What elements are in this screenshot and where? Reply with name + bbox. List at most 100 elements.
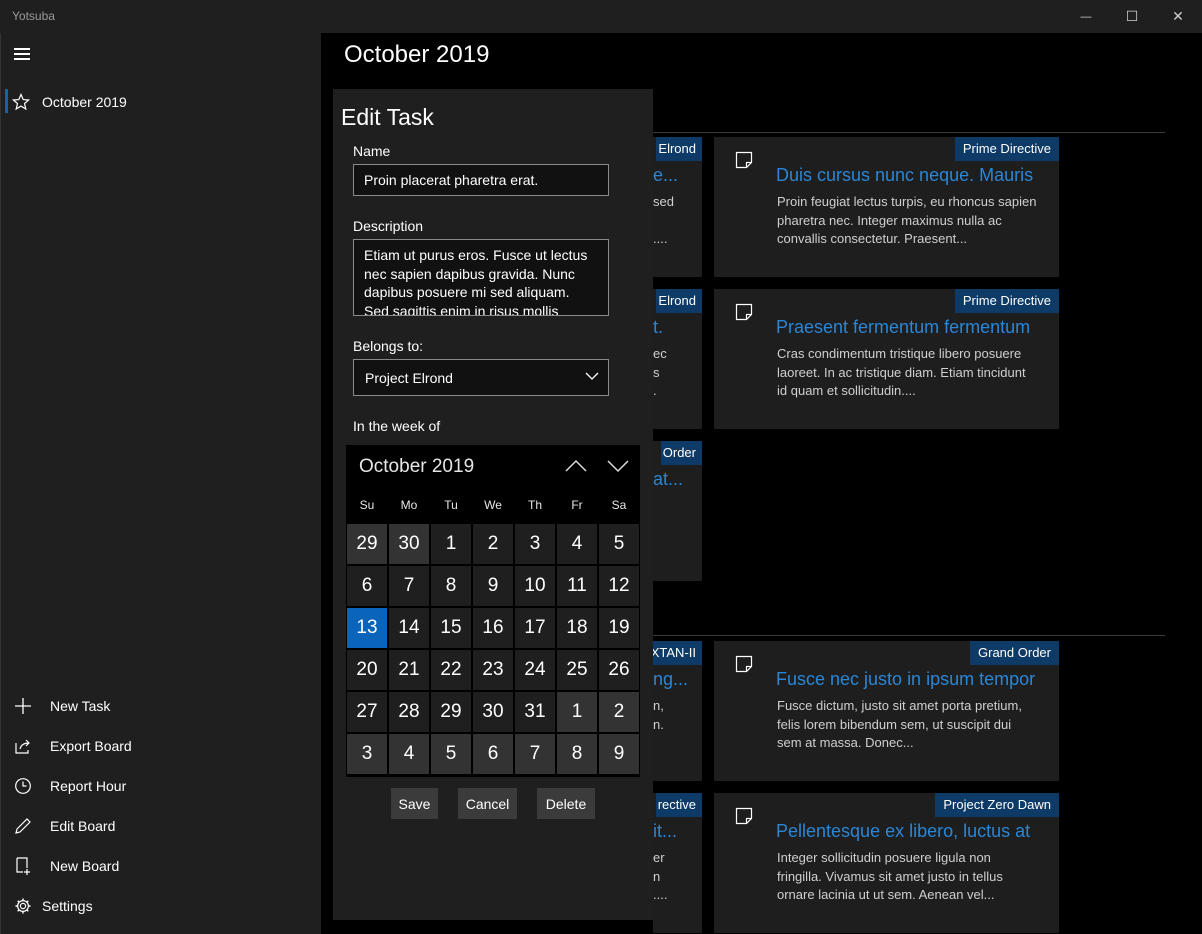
task-card-partial[interactable]: Elrond e... sed .... <box>653 137 702 277</box>
project-tag: XTAN-II <box>653 641 702 665</box>
card-description: Proin feugiat lectus turpis, eu rhoncus … <box>777 194 1037 246</box>
calendar-day[interactable]: 23 <box>473 650 513 690</box>
card-description: Cras condimentum tristique libero posuer… <box>777 346 1026 398</box>
calendar-day[interactable]: 31 <box>515 692 555 732</box>
calendar-day[interactable]: 26 <box>599 650 639 690</box>
calendar-day[interactable]: 30 <box>473 692 513 732</box>
calendar-day[interactable]: 8 <box>431 566 471 606</box>
card-description: sed .... <box>653 194 674 246</box>
calendar-day[interactable]: 25 <box>557 650 597 690</box>
card-description: er n .... <box>653 850 668 902</box>
calendar-day[interactable]: 19 <box>599 608 639 648</box>
calendar-day[interactable]: 4 <box>557 524 597 564</box>
calendar-day[interactable]: 1 <box>557 692 597 732</box>
name-field[interactable]: Proin placerat pharetra erat. <box>353 164 609 196</box>
task-card-partial[interactable]: Elrond t. ec s . <box>653 289 702 429</box>
section-divider <box>653 132 1165 133</box>
calendar-dow-label: Su <box>359 498 375 512</box>
calendar: October 2019 Su Mo Tu We Th Fr Sa 29 30 1 2 3 4 5 6 7 8… <box>346 445 640 777</box>
calendar-day[interactable]: 14 <box>389 608 429 648</box>
task-card-partial[interactable]: XTAN-II ng... n, n. <box>653 641 702 781</box>
project-tag: Elrond <box>656 137 702 161</box>
cancel-button[interactable]: Cancel <box>458 788 517 819</box>
sidebar-item-settings[interactable]: Settings <box>1 886 322 926</box>
calendar-day[interactable]: 16 <box>473 608 513 648</box>
sidebar-item-edit-board[interactable]: Edit Board <box>1 806 322 846</box>
task-card[interactable]: Prime Directive Praesent fermentum ferme… <box>714 289 1059 429</box>
clock-icon <box>13 776 33 796</box>
star-icon <box>11 92 31 112</box>
calendar-day[interactable]: 15 <box>431 608 471 648</box>
calendar-day[interactable]: 2 <box>473 524 513 564</box>
card-title: Pellentesque ex libero, luctus at <box>776 821 1031 841</box>
calendar-day[interactable]: 7 <box>389 566 429 606</box>
project-tag: Prime Directive <box>954 289 1059 313</box>
calendar-day[interactable]: 5 <box>431 734 471 774</box>
hamburger-menu-icon[interactable] <box>14 48 30 60</box>
maximize-icon: ☐ <box>1125 8 1139 24</box>
calendar-day[interactable]: 18 <box>557 608 597 648</box>
minimize-button[interactable]: — <box>1063 0 1109 33</box>
calendar-day[interactable]: 24 <box>515 650 555 690</box>
task-card-partial[interactable]: Order at... <box>653 441 702 581</box>
calendar-day[interactable]: 7 <box>515 734 555 774</box>
maximize-button[interactable]: ☐ <box>1109 0 1155 33</box>
calendar-day[interactable]: 2 <box>599 692 639 732</box>
calendar-day[interactable]: 12 <box>599 566 639 606</box>
card-description: Integer sollicitudin posuere ligula non … <box>777 850 1003 902</box>
sidebar-item-report-hour[interactable]: Report Hour <box>1 766 322 806</box>
description-label: Description <box>353 218 424 234</box>
calendar-day[interactable]: 4 <box>389 734 429 774</box>
task-card-partial[interactable]: rective it... er n .... <box>653 793 702 933</box>
calendar-day[interactable]: 20 <box>347 650 387 690</box>
description-field[interactable]: Etiam ut purus eros. Fusce ut lectus nec… <box>353 239 609 316</box>
calendar-day[interactable]: 10 <box>515 566 555 606</box>
dialog-title: Edit Task <box>341 104 434 130</box>
card-title: Fusce nec justo in ipsum tempor <box>776 669 1036 689</box>
calendar-day[interactable]: 11 <box>557 566 597 606</box>
calendar-day[interactable]: 17 <box>515 608 555 648</box>
chevron-up-icon[interactable] <box>565 459 587 473</box>
name-label: Name <box>353 143 391 159</box>
calendar-month[interactable]: October 2019 <box>359 456 474 478</box>
sidebar-item-label: New Board <box>50 858 120 874</box>
project-tag: Project Zero Dawn <box>935 793 1059 817</box>
calendar-day[interactable]: 8 <box>557 734 597 774</box>
sidebar-item-new-board[interactable]: New Board <box>1 846 322 886</box>
calendar-day[interactable]: 30 <box>389 524 429 564</box>
sidebar-item-export-board[interactable]: Export Board <box>1 726 322 766</box>
chevron-down-icon[interactable] <box>607 459 629 473</box>
card-title: e... <box>653 165 679 185</box>
calendar-day[interactable]: 13 <box>347 608 387 648</box>
sidebar: October 2019 New Task Export Board Repor… <box>0 33 321 934</box>
project-select[interactable]: Project Elrond <box>353 359 609 396</box>
calendar-day[interactable]: 6 <box>347 566 387 606</box>
calendar-day[interactable]: 22 <box>431 650 471 690</box>
sidebar-item-october-2019[interactable]: October 2019 <box>1 82 322 122</box>
save-button[interactable]: Save <box>391 788 438 819</box>
calendar-day[interactable]: 3 <box>347 734 387 774</box>
section-divider <box>653 635 1165 636</box>
sidebar-item-new-task[interactable]: New Task <box>1 686 322 726</box>
calendar-day[interactable]: 29 <box>347 524 387 564</box>
close-button[interactable]: ✕ <box>1155 0 1201 33</box>
calendar-day[interactable]: 6 <box>473 734 513 774</box>
task-card[interactable]: Prime Directive Duis cursus nunc neque. … <box>714 137 1059 277</box>
sidebar-item-label: Settings <box>42 898 93 914</box>
calendar-day[interactable]: 9 <box>599 734 639 774</box>
calendar-day[interactable]: 28 <box>389 692 429 732</box>
task-card[interactable]: Grand Order Fusce nec justo in ipsum tem… <box>714 641 1059 781</box>
task-card[interactable]: Project Zero Dawn Pellentesque ex libero… <box>714 793 1059 933</box>
calendar-day[interactable]: 3 <box>515 524 555 564</box>
calendar-day[interactable]: 29 <box>431 692 471 732</box>
chevron-down-icon <box>585 372 599 380</box>
delete-button[interactable]: Delete <box>537 788 595 819</box>
project-tag: Grand Order <box>970 641 1059 665</box>
page-title: October 2019 <box>344 41 490 68</box>
calendar-dow-label: Sa <box>611 498 627 512</box>
calendar-day[interactable]: 5 <box>599 524 639 564</box>
calendar-day[interactable]: 21 <box>389 650 429 690</box>
calendar-day[interactable]: 9 <box>473 566 513 606</box>
calendar-day[interactable]: 1 <box>431 524 471 564</box>
calendar-day[interactable]: 27 <box>347 692 387 732</box>
